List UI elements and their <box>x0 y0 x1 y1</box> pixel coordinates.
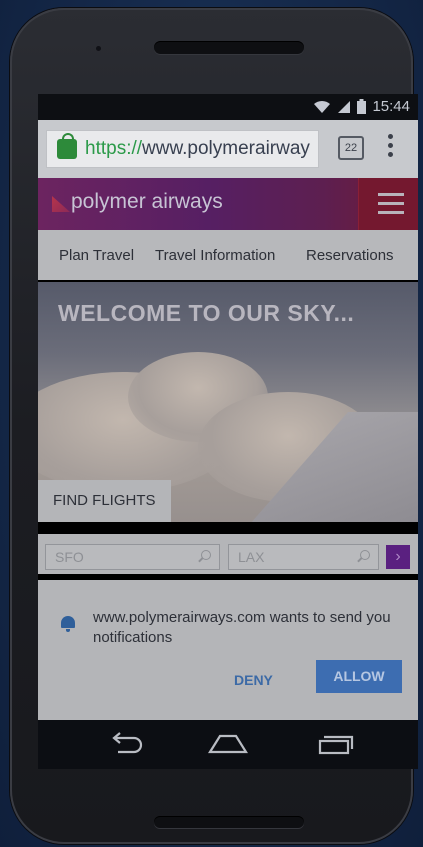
battery-icon <box>357 99 367 114</box>
back-icon[interactable] <box>108 732 144 754</box>
status-time: 15:44 <box>372 98 410 115</box>
search-icon <box>360 550 370 560</box>
deny-button[interactable]: DENY <box>234 672 273 688</box>
hero-title: WELCOME TO OUR SKY... <box>58 300 355 326</box>
bell-icon <box>61 616 75 632</box>
url-scheme: https:// <box>85 138 143 159</box>
search-submit-button[interactable]: › <box>386 545 410 569</box>
from-value: SFO <box>55 549 84 565</box>
url-host: www.polymerairway <box>142 138 310 159</box>
main-nav: Plan Travel Travel Information Reservati… <box>38 230 418 280</box>
hero-banner: WELCOME TO OUR SKY... FIND FLIGHTS <box>38 282 418 522</box>
brand-logo-icon <box>52 196 70 212</box>
flight-search-row: SFO LAX › <box>38 534 418 574</box>
find-flights-tab[interactable]: FIND FLIGHTS <box>38 480 171 522</box>
allow-button[interactable]: ALLOW <box>316 660 402 693</box>
wifi-icon <box>314 100 331 113</box>
bottom-speaker <box>154 816 304 828</box>
to-input[interactable]: LAX <box>228 544 379 570</box>
site-header: polymer airways <box>38 178 418 230</box>
url-bar[interactable]: https://www.polymerairway <box>46 130 319 168</box>
nav-reservations[interactable]: Reservations <box>306 247 394 264</box>
url-text: https://www.polymerairway <box>85 138 311 160</box>
recents-icon[interactable] <box>318 733 354 755</box>
signal-icon <box>338 100 351 113</box>
tab-switcher-button[interactable]: 22 <box>338 136 364 160</box>
phone-frame: 15:44 https://www.polymerairway 22 polym… <box>10 8 418 844</box>
notification-message: www.polymerairways.com wants to send you… <box>93 609 391 646</box>
hamburger-icon[interactable] <box>358 178 418 230</box>
nav-plan-travel[interactable]: Plan Travel <box>59 247 134 264</box>
top-speaker <box>154 41 304 54</box>
browser-toolbar: https://www.polymerairway 22 <box>38 120 418 178</box>
android-nav-bar <box>38 720 418 769</box>
status-bar: 15:44 <box>38 94 418 120</box>
from-input[interactable]: SFO <box>45 544 220 570</box>
nav-travel-information[interactable]: Travel Information <box>155 247 275 264</box>
to-value: LAX <box>238 549 265 565</box>
home-icon[interactable] <box>208 734 248 754</box>
overflow-menu-icon[interactable] <box>388 134 394 161</box>
lock-icon <box>57 133 77 159</box>
notification-permission-prompt: www.polymerairways.com wants to send you… <box>38 580 418 720</box>
brand-name[interactable]: polymer airways <box>71 190 223 214</box>
search-icon <box>201 550 211 560</box>
phone-screen: 15:44 https://www.polymerairway 22 polym… <box>38 94 418 769</box>
front-camera <box>96 46 101 51</box>
